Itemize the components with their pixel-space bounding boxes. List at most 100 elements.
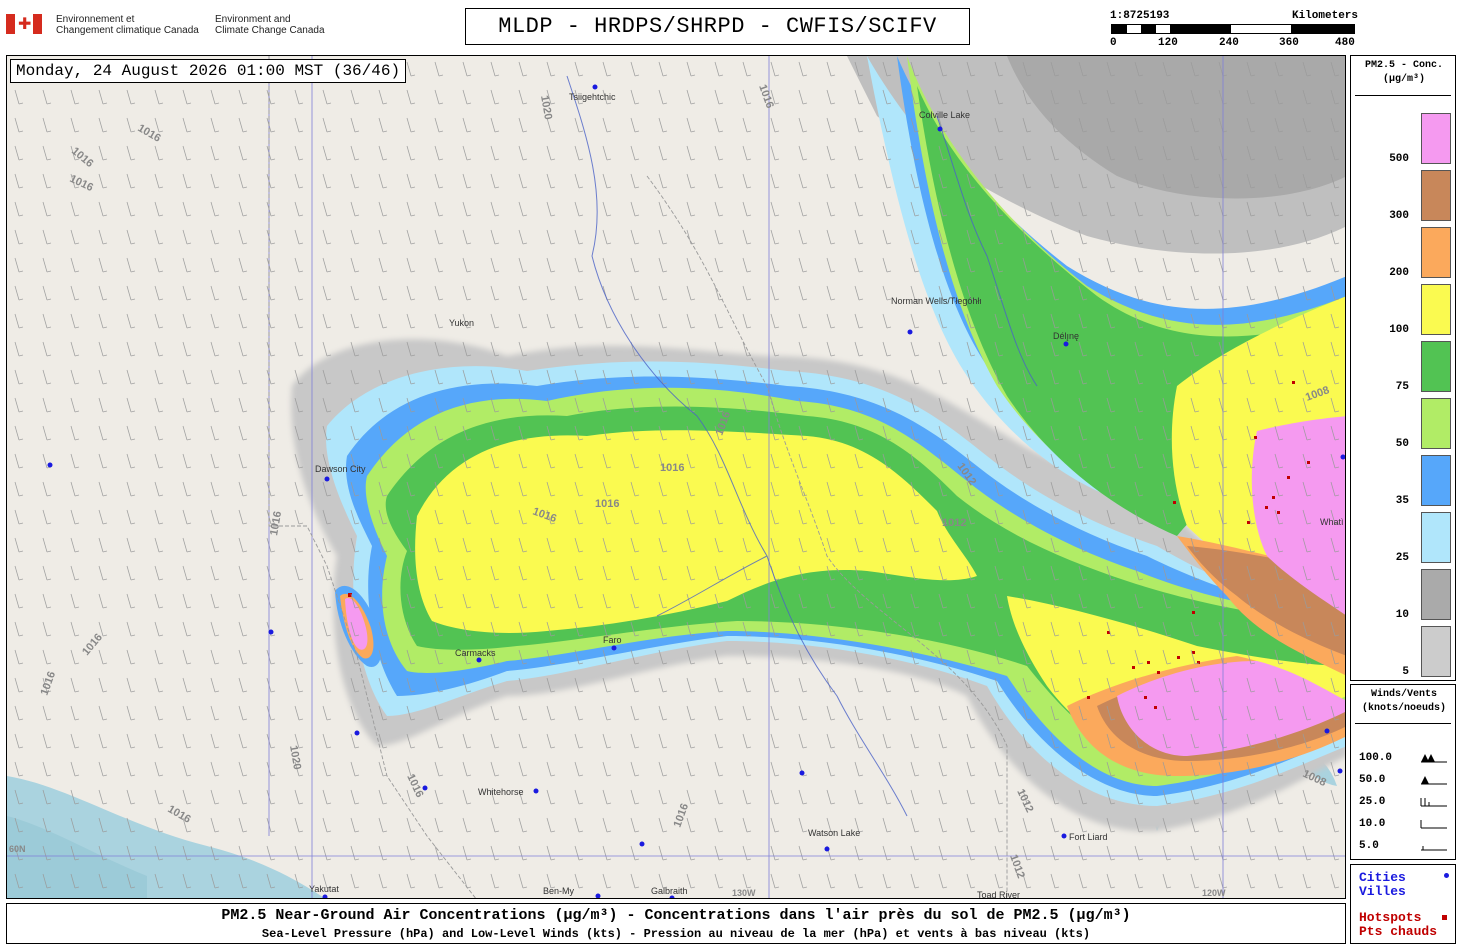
city-marker[interactable] [592, 84, 598, 90]
isobar-label: 1016 [660, 462, 684, 474]
legend-swatch [1421, 113, 1451, 164]
city-label: Norman Wells/Tłegóhłı [891, 296, 982, 306]
city-label: Ben-My [543, 886, 575, 896]
caption-line-2: Sea-Level Pressure (hPa) and Low-Level W… [261, 927, 1091, 941]
map-key: Cities Villes Hotspots Pts chauds [1350, 864, 1456, 944]
city-dot-icon [1444, 873, 1449, 878]
legend-level-label: 100 [1389, 324, 1409, 336]
legend-title: PM2.5 - Conc. [1364, 60, 1443, 71]
legend-level-label: 50 [1395, 438, 1409, 450]
city-marker[interactable] [268, 629, 274, 635]
legend-swatch [1421, 398, 1451, 449]
wind-row: 25.0 [1359, 796, 1453, 810]
wind-row: 5.0 [1359, 840, 1453, 854]
legend-level-label: 75 [1395, 381, 1409, 393]
wind-row: 100.0 [1359, 752, 1453, 766]
city-label: Galbraith [651, 886, 688, 896]
legend-level-label: 5 [1402, 666, 1409, 678]
city-label: Faro [603, 635, 622, 645]
legend-level-label: 25 [1395, 552, 1409, 564]
city-marker[interactable] [907, 329, 913, 335]
map-layer: 1016 1016 1020 1016 1016 1016 1016 1012 … [7, 56, 1346, 899]
scale-tick: 360 [1279, 37, 1299, 49]
wind-row: 50.0 [1359, 774, 1453, 788]
scale-tick: 0 [1110, 37, 1117, 49]
map-canvas[interactable]: 1016 1016 1020 1016 1016 1016 1016 1012 … [6, 55, 1346, 899]
legend-units: (µg/m³) [1382, 74, 1425, 85]
government-logo[interactable]: ✚ Environnement et Changement climatique… [6, 12, 366, 42]
city-marker[interactable] [1063, 341, 1069, 347]
city-label: Délı̨nę [1053, 331, 1079, 341]
barb-50-icon [1421, 776, 1447, 785]
wind-legend-title: Winds/Vents [1370, 689, 1437, 700]
barb-5-icon [1421, 846, 1447, 851]
city-marker[interactable] [595, 893, 601, 899]
barb-100-icon [1421, 754, 1447, 763]
city-label: Whatì [1320, 517, 1344, 527]
wind-legend: Winds/Vents (knots/noeuds) 100.0 50.0 25… [1350, 684, 1456, 860]
legend-level-label: 10 [1395, 609, 1409, 621]
product-title: MLDP - HRDPS/SHRPD - CWFIS/SCIFV [465, 8, 970, 45]
city-label: Whitehorse [478, 787, 524, 797]
caption-line-1: PM2.5 Near-Ground Air Concentrations (µg… [221, 907, 1131, 924]
legend-swatch [1421, 170, 1451, 221]
legend-swatch [1421, 569, 1451, 620]
legend-swatch [1421, 512, 1451, 563]
city-marker[interactable] [1340, 454, 1346, 460]
barb-10-icon [1420, 820, 1447, 829]
city-label: Watson Lake [808, 828, 860, 838]
timestamp-label: Monday, 24 August 2026 01:00 MST (36/46) [10, 59, 407, 83]
legend-level-label: 500 [1389, 153, 1409, 165]
city-marker[interactable] [324, 476, 330, 482]
city-marker[interactable] [1337, 768, 1343, 774]
footer-caption: PM2.5 Near-Ground Air Concentrations (µg… [6, 903, 1346, 944]
city-marker[interactable] [1324, 728, 1330, 734]
legend-swatch [1421, 284, 1451, 335]
city-marker[interactable] [422, 785, 428, 791]
legend-level-label: 35 [1395, 495, 1409, 507]
grid-label: 120W [1202, 888, 1226, 898]
header: ✚ Environnement et Changement climatique… [0, 0, 1460, 52]
hotspot-square-icon [1442, 915, 1447, 920]
city-marker[interactable] [1061, 833, 1067, 839]
scale-tick: 240 [1219, 37, 1239, 49]
scale-tick: 120 [1158, 37, 1178, 49]
legend-swatch [1421, 341, 1451, 392]
city-marker[interactable] [533, 788, 539, 794]
isobar-label: 1012 [942, 517, 966, 529]
city-label: Tsiigehtchic [569, 92, 616, 102]
isobar-label: 1016 [595, 498, 619, 510]
city-marker[interactable] [47, 462, 53, 468]
grid-label: 60N [9, 844, 26, 854]
hotspots-key: Hotspots Pts chauds [1359, 910, 1438, 939]
city-marker[interactable] [799, 770, 805, 776]
city-marker[interactable] [476, 657, 482, 663]
legend-swatch [1421, 626, 1451, 677]
legend-level-label: 300 [1389, 210, 1409, 222]
legend-swatch [1421, 227, 1451, 278]
city-label: Fort Liard [1069, 832, 1108, 842]
scale-ratio: 1:8725193 [1110, 10, 1170, 22]
city-label: Carmacks [455, 648, 496, 658]
grid-label: 130W [732, 888, 756, 898]
scale-bar: 1:8725193 Kilometers 0 120 240 360 480 [1108, 10, 1358, 50]
city-marker[interactable] [824, 846, 830, 852]
city-label: Colville Lake [919, 110, 970, 120]
gov-name-fr: Environnement et Changement climatique C… [56, 14, 199, 36]
city-marker[interactable] [639, 841, 645, 847]
city-label: Toad River [977, 890, 1020, 899]
city-marker[interactable] [354, 730, 360, 736]
wind-row: 10.0 [1359, 818, 1453, 832]
city-label: Yakutat [309, 884, 339, 894]
legend-swatch [1421, 455, 1451, 506]
legend-level-label: 200 [1389, 267, 1409, 279]
region-label: Yukon [449, 318, 474, 328]
scale-tick: 480 [1335, 37, 1355, 49]
city-marker[interactable] [611, 645, 617, 651]
barb-25-icon [1420, 798, 1447, 807]
pm25-legend: PM2.5 - Conc. (µg/m³) 500 300 200 100 75 50 35… [1350, 55, 1456, 681]
scale-units: Kilometers [1291, 10, 1358, 22]
canada-flag-icon: ✚ [6, 14, 42, 34]
city-marker[interactable] [937, 126, 943, 132]
wind-legend-units: (knots/noeuds) [1361, 703, 1446, 714]
